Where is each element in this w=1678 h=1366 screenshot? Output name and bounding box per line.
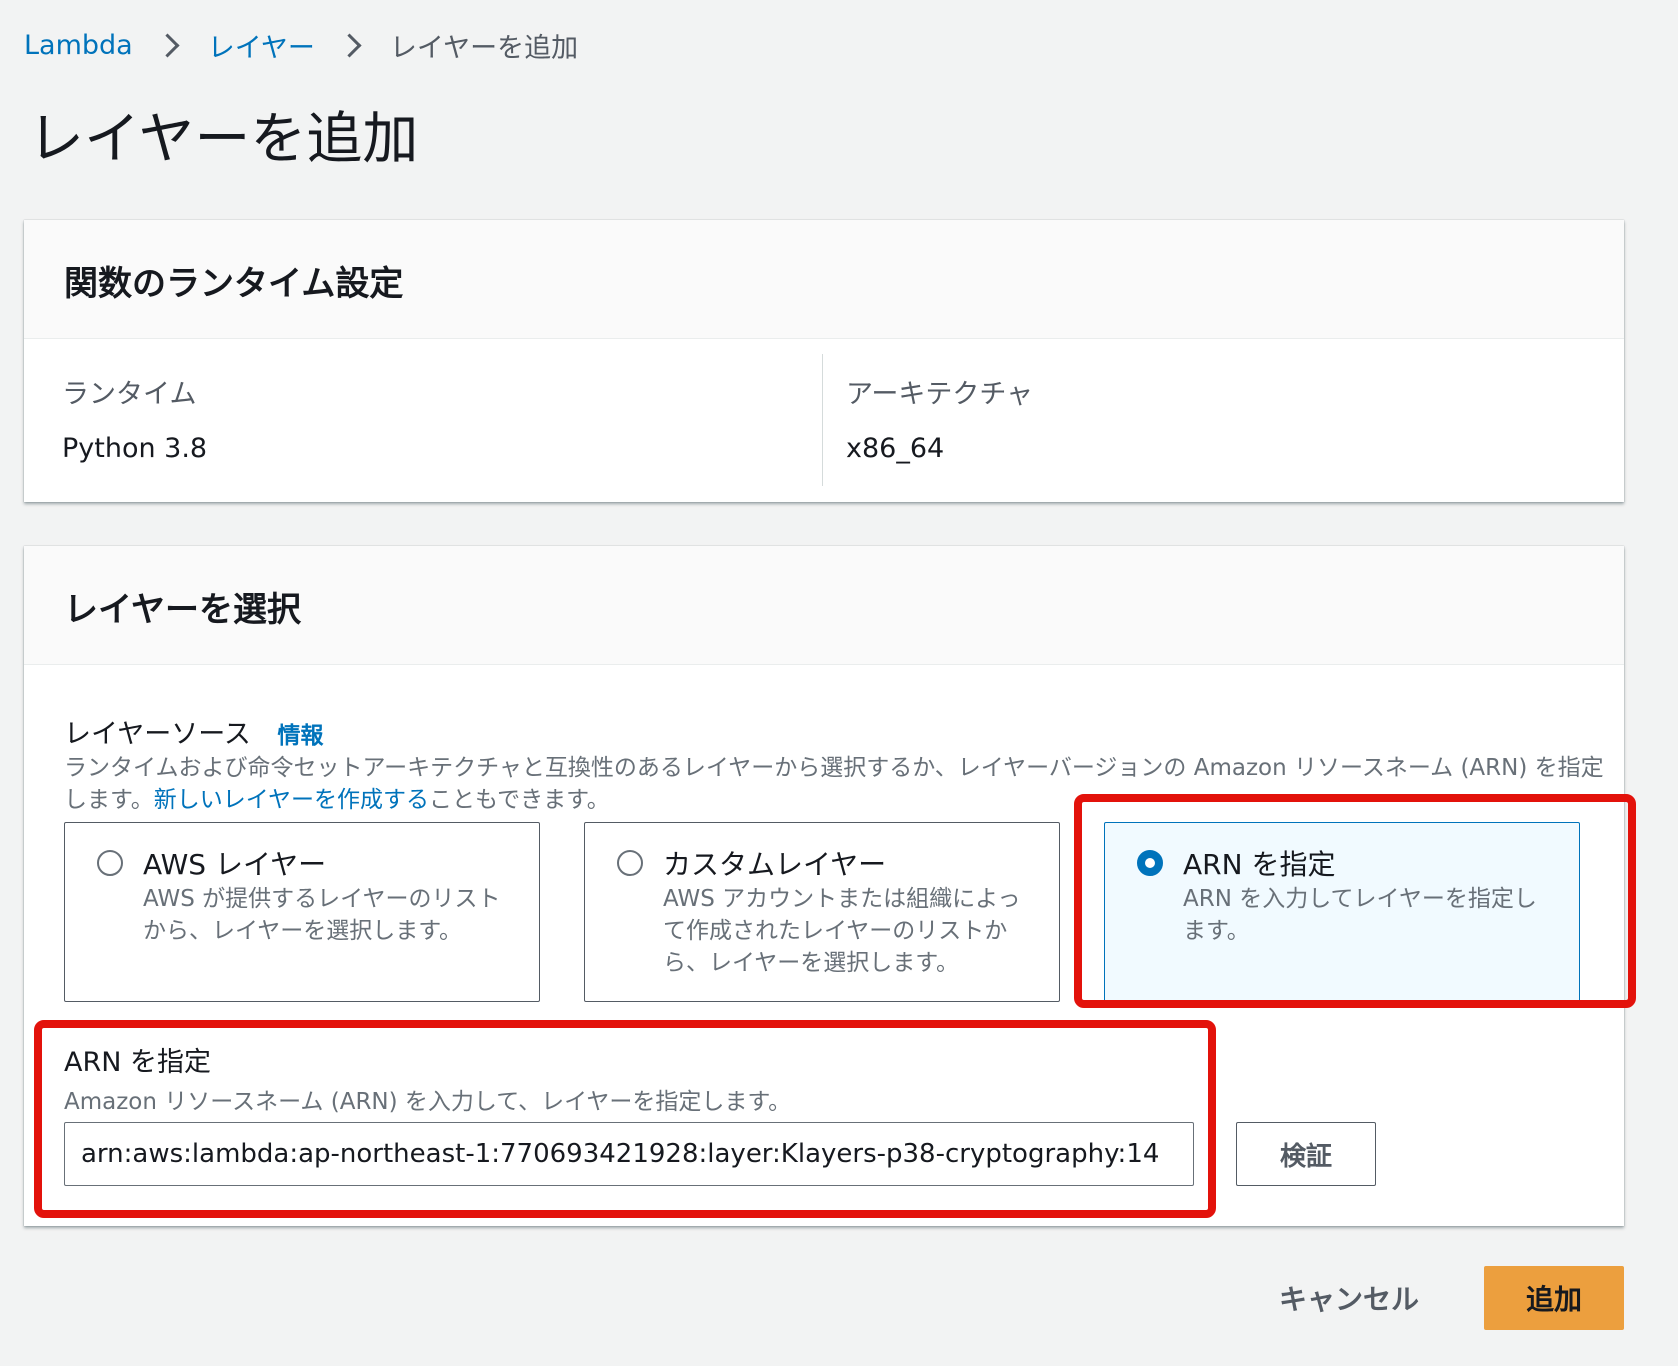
column-divider [822,354,823,486]
option-custom-layers[interactable]: カスタムレイヤー AWS アカウントまたは組織によって作成されたレイヤーのリスト… [584,822,1060,1002]
radio-button[interactable] [97,850,123,876]
layer-source-description: ランタイムおよび命令セットアーキテクチャと互換性のあるレイヤーから選択するか、レ… [64,752,1604,816]
option-description: ARN を入力してレイヤーを指定します。 [1183,886,1537,944]
create-new-layer-link[interactable]: 新しいレイヤーを作成する [154,787,429,813]
info-link[interactable]: 情報 [277,723,323,749]
breadcrumb: Lambda レイヤー レイヤーを追加 [24,26,578,64]
page-title: レイヤーを追加 [28,107,419,172]
option-title: カスタムレイヤー [663,848,887,881]
arn-input[interactable] [64,1122,1194,1186]
layer-source-label: レイヤーソース [64,719,251,750]
architecture-value: x86_64 [846,433,945,464]
chevron-right-icon [337,32,362,58]
layer-card-header: レイヤーを選択 [24,546,1624,665]
option-description: AWS が提供するレイヤーのリストから、レイヤーを選択します。 [143,886,501,944]
architecture-label: アーキテクチャ [846,379,1034,410]
layer-source-desc-suffix: こともできます。 [429,787,610,813]
option-aws-layers[interactable]: AWS レイヤー AWS が提供するレイヤーのリストから、レイヤーを選択します。 [64,822,540,1002]
option-title: AWS レイヤー [143,848,327,881]
chevron-right-icon [155,32,180,58]
arn-field-description: Amazon リソースネーム (ARN) を入力して、レイヤーを指定します。 [64,1089,792,1115]
runtime-card-header: 関数のランタイム設定 [24,220,1624,339]
breadcrumb-current: レイヤーを追加 [389,32,579,64]
arn-field-label: ARN を指定 [64,1047,212,1078]
add-button[interactable]: 追加 [1484,1266,1624,1330]
option-specify-arn[interactable]: ARN を指定 ARN を入力してレイヤーを指定します。 [1104,822,1580,1002]
layer-source-label-row: レイヤーソース 情報 [64,712,323,751]
layer-card-title: レイヤーを選択 [64,590,301,630]
runtime-field: ランタイム Python 3.8 [62,372,207,464]
runtime-card-title: 関数のランタイム設定 [64,264,404,304]
option-title: ARN を指定 [1183,848,1336,881]
verify-button[interactable]: 検証 [1236,1122,1376,1186]
architecture-field: アーキテクチャ x86_64 [846,372,1033,464]
choose-layer-card: レイヤーを選択 レイヤーソース 情報 ランタイムおよび命令セットアーキテクチャと… [24,546,1624,1226]
option-description: AWS アカウントまたは組織によって作成されたレイヤーのリストから、レイヤーを選… [663,886,1021,976]
cancel-button[interactable]: キャンセル [1264,1266,1434,1330]
runtime-label: ランタイム [62,379,197,410]
radio-button-selected[interactable] [1137,850,1163,876]
breadcrumb-layers[interactable]: レイヤー [208,26,315,65]
radio-button[interactable] [617,850,643,876]
runtime-value: Python 3.8 [62,433,208,464]
runtime-settings-card: 関数のランタイム設定 ランタイム Python 3.8 アーキテクチャ x86_… [24,220,1624,502]
breadcrumb-lambda[interactable]: Lambda [24,30,133,61]
